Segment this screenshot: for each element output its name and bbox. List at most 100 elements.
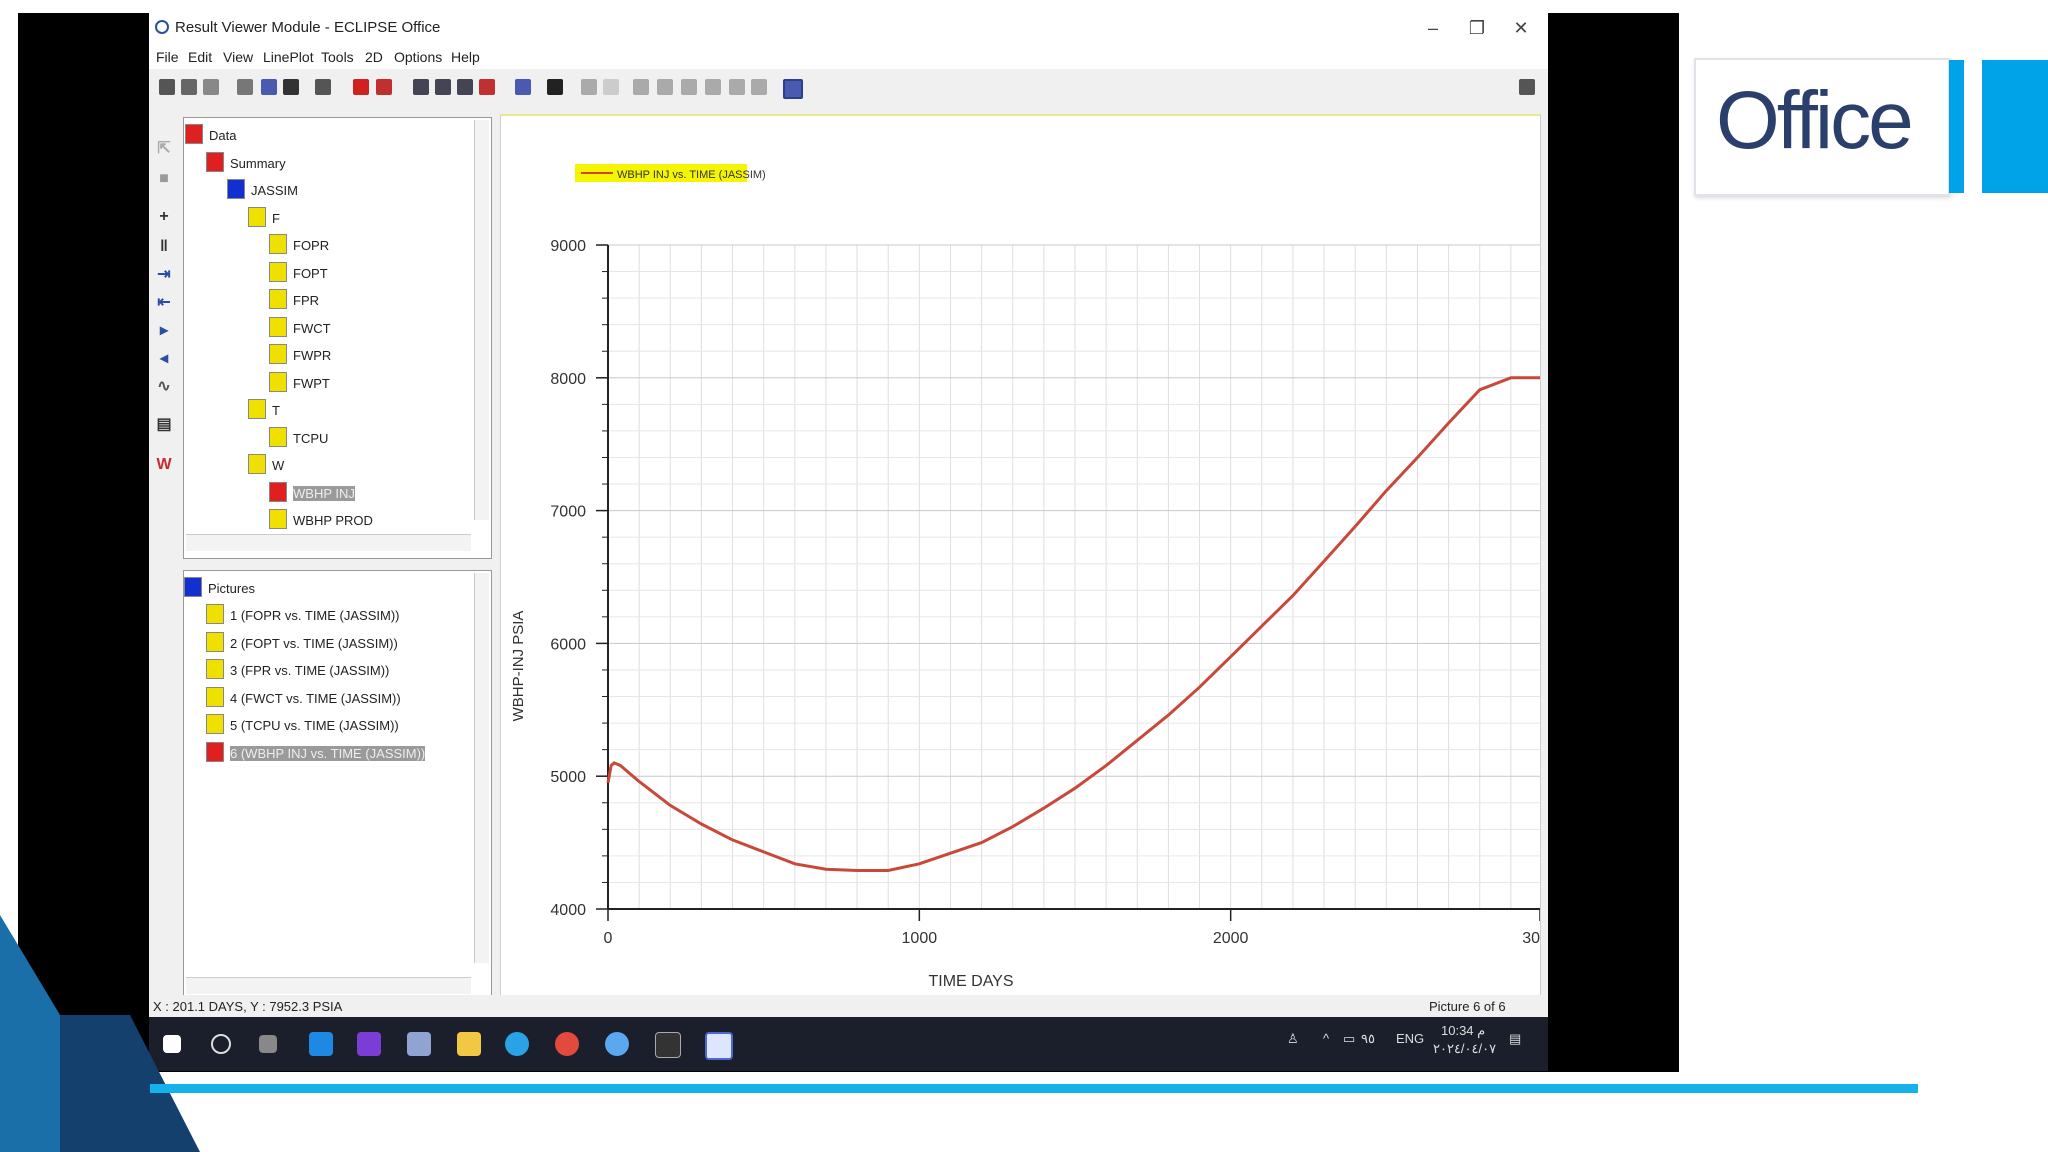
fast-forward-icon[interactable] bbox=[751, 79, 767, 95]
telegram-icon[interactable] bbox=[505, 1032, 529, 1056]
series-line-wbhp-inj[interactable] bbox=[606, 376, 1542, 872]
grid-icon[interactable] bbox=[603, 79, 619, 95]
tray-chevron-icon[interactable]: ^ bbox=[1323, 1031, 1329, 1046]
title-bar: Result Viewer Module - ECLIPSE Office – … bbox=[149, 13, 1548, 43]
window-title: Result Viewer Module - ECLIPSE Office bbox=[175, 19, 441, 36]
tree-item-icon bbox=[185, 124, 203, 144]
step-forward-icon[interactable] bbox=[729, 79, 745, 95]
pictures-panel: Pictures 1 (FOPR vs. TIME (JASSIM)) 2 (FO… bbox=[183, 570, 492, 1002]
picture-counter: Picture 6 of 6 bbox=[1429, 999, 1506, 1014]
zoom-in-icon[interactable] bbox=[413, 79, 429, 95]
volume-indicator[interactable]: ٩٥ bbox=[1361, 1031, 1375, 1047]
divider-icon[interactable]: ‖ bbox=[156, 239, 172, 255]
select-icon[interactable]: ■ bbox=[156, 171, 172, 187]
refresh-icon[interactable] bbox=[315, 79, 331, 95]
app-icon bbox=[155, 20, 169, 34]
table-icon[interactable] bbox=[581, 79, 597, 95]
step-back-icon[interactable] bbox=[657, 79, 673, 95]
waveform-icon[interactable]: ∿ bbox=[156, 379, 172, 395]
save-icon[interactable] bbox=[283, 79, 299, 95]
clock-date[interactable]: ٢٠٢٤/٠٤/٠٧ bbox=[1433, 1041, 1496, 1057]
legend-label: WBHP INJ vs. TIME (JASSIM) bbox=[617, 169, 766, 181]
copy-icon[interactable] bbox=[237, 79, 253, 95]
picture-icon[interactable] bbox=[783, 79, 803, 99]
language-indicator[interactable]: ENG bbox=[1396, 1031, 1424, 1046]
menu-view[interactable]: View bbox=[223, 49, 253, 65]
rewind-icon[interactable] bbox=[633, 79, 649, 95]
picture-item-icon bbox=[206, 631, 224, 652]
terminal-icon[interactable] bbox=[655, 1032, 681, 1058]
paste-icon[interactable] bbox=[261, 79, 277, 95]
plot-settings-icon[interactable] bbox=[353, 79, 369, 95]
tree-item-label: WBHP INJ bbox=[293, 485, 355, 501]
menu-2d[interactable]: 2D bbox=[365, 49, 383, 65]
tree-item-icon bbox=[269, 316, 287, 337]
pointer-icon[interactable]: ⇱ bbox=[156, 141, 172, 157]
menu-help[interactable]: Help bbox=[451, 49, 480, 65]
edge-icon[interactable] bbox=[309, 1032, 333, 1056]
network-icon[interactable]: ▭ bbox=[1343, 1031, 1355, 1047]
tree-vertical-scrollbar[interactable] bbox=[474, 120, 489, 520]
add-icon[interactable]: + bbox=[156, 209, 172, 225]
x-tick-label: 1000 bbox=[902, 930, 938, 947]
file-explorer-icon[interactable] bbox=[457, 1032, 481, 1056]
menu-edit[interactable]: Edit bbox=[188, 49, 212, 65]
task-view-icon[interactable] bbox=[259, 1035, 277, 1053]
curve-icon[interactable]: W bbox=[156, 457, 172, 473]
menu-tools[interactable]: Tools bbox=[321, 49, 354, 65]
plot-area[interactable]: 4000 5000 6000 7000 8000 9000 0 1000 2000 3000 TIM… bbox=[500, 114, 1558, 997]
tree-item-icon bbox=[269, 426, 287, 447]
layout-icon[interactable] bbox=[547, 79, 563, 95]
clock-time[interactable]: 10:34 م bbox=[1441, 1023, 1485, 1039]
notifications-icon[interactable]: ▤ bbox=[1509, 1031, 1521, 1047]
print-icon[interactable] bbox=[159, 79, 175, 95]
insert-right-icon[interactable]: ⇥ bbox=[156, 267, 172, 283]
tree-item-label: FWCT bbox=[293, 320, 331, 336]
pictures-horizontal-scrollbar[interactable] bbox=[186, 977, 471, 994]
people-icon[interactable]: ♙ bbox=[1287, 1031, 1299, 1047]
chrome-icon[interactable] bbox=[555, 1032, 579, 1056]
insert-left-icon[interactable]: ⇤ bbox=[156, 295, 172, 311]
y-tick-label: 9000 bbox=[550, 238, 586, 255]
export-icon[interactable] bbox=[515, 79, 531, 95]
tree-item-label: FOPR bbox=[293, 238, 330, 253]
zoom-out-icon[interactable] bbox=[435, 79, 451, 95]
pictures-folder-icon bbox=[184, 577, 202, 597]
eclipse-window: Result Viewer Module - ECLIPSE Office – … bbox=[149, 13, 1558, 1071]
menu-lineplot[interactable]: LinePlot bbox=[263, 49, 314, 65]
stop-icon[interactable] bbox=[681, 79, 697, 95]
picture-item-label: 1 (FOPR vs. TIME (JASSIM)) bbox=[230, 608, 400, 623]
menu-options[interactable]: Options bbox=[394, 49, 442, 65]
menu-bar: File Edit View LinePlot Tools 2D Options… bbox=[149, 43, 1548, 69]
eclipse-taskbar-icon[interactable] bbox=[705, 1032, 733, 1060]
zoom-reset-icon[interactable] bbox=[457, 79, 473, 95]
calculator-icon[interactable]: ▤ bbox=[156, 417, 172, 433]
tree-item-label: F bbox=[272, 210, 280, 226]
tree-item-icon bbox=[269, 509, 287, 529]
left-tool-strip: ⇱ ■ + ‖ ⇥ ⇤ ▸ ◂ ∿ ▤ W bbox=[149, 113, 179, 993]
pictures-vertical-scrollbar[interactable] bbox=[474, 573, 489, 963]
delete-plot-icon[interactable] bbox=[376, 79, 392, 95]
restore-button[interactable]: ❐ bbox=[1457, 15, 1497, 41]
app-icon-2[interactable] bbox=[605, 1032, 629, 1056]
zoom-cancel-icon[interactable] bbox=[479, 79, 495, 95]
exit-icon[interactable] bbox=[1519, 79, 1535, 95]
app-icon-1[interactable] bbox=[407, 1032, 431, 1056]
pictures-header-label: Pictures bbox=[208, 581, 255, 596]
picture-item-icon bbox=[206, 714, 224, 734]
accent-line bbox=[150, 1084, 1918, 1093]
play-icon[interactable] bbox=[705, 79, 721, 95]
close-button[interactable]: ✕ bbox=[1501, 15, 1541, 41]
tree-item-icon bbox=[269, 371, 287, 392]
search-icon[interactable] bbox=[211, 1034, 231, 1054]
picture-item-label: 2 (FOPT vs. TIME (JASSIM)) bbox=[230, 635, 398, 651]
print-setup-icon[interactable] bbox=[181, 79, 197, 95]
move-left-icon[interactable]: ◂ bbox=[156, 351, 172, 367]
menu-file[interactable]: File bbox=[156, 49, 179, 65]
print-preview-icon[interactable] bbox=[203, 79, 219, 95]
tree-horizontal-scrollbar[interactable] bbox=[186, 534, 471, 551]
move-right-icon[interactable]: ▸ bbox=[156, 323, 172, 339]
minimize-button[interactable]: – bbox=[1413, 15, 1453, 41]
visual-studio-icon[interactable] bbox=[357, 1032, 381, 1056]
x-axis-label: TIME DAYS bbox=[928, 973, 1013, 990]
